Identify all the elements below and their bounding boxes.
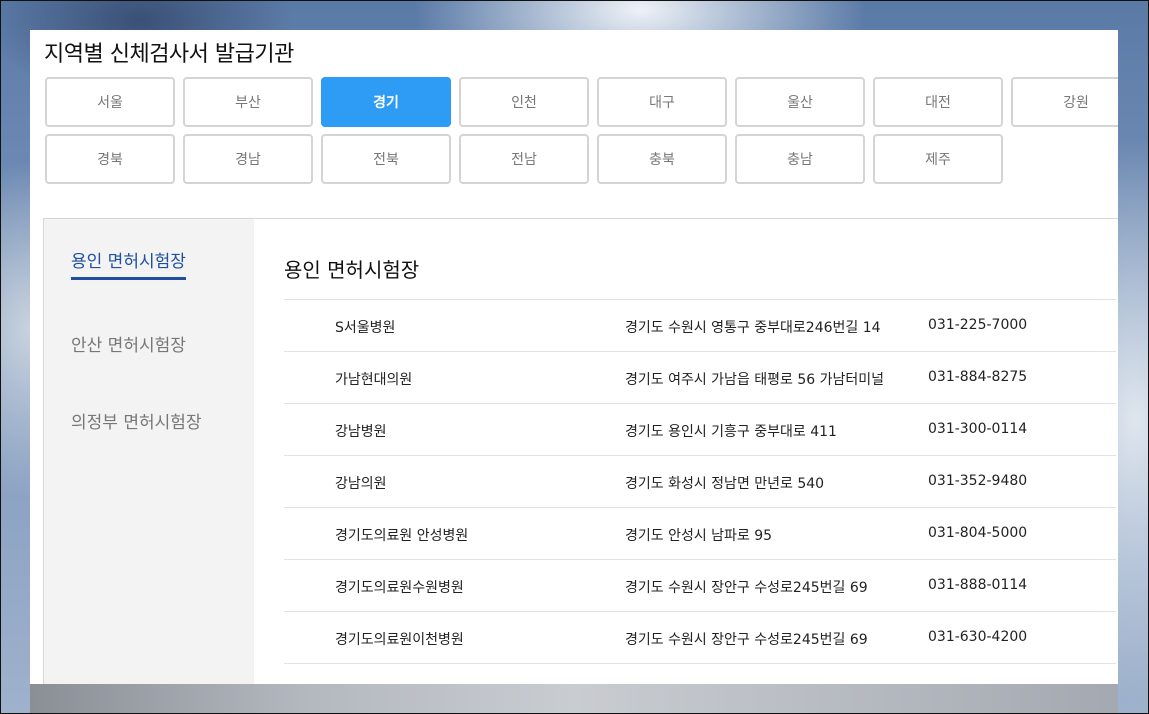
test-center-sidebar: 용인 면허시험장 안산 면허시험장 의정부 면허시험장: [44, 219, 254, 684]
table-row: 강남병원 경기도 용인시 기흥구 중부대로 411 031-300-0114: [284, 404, 1116, 456]
region-tab-daejeon[interactable]: 대전: [873, 77, 1003, 127]
hospital-address: 경기도 안성시 남파로 95: [625, 528, 773, 544]
hospital-name: 경기도의료원이천병원: [335, 632, 464, 648]
region-tab-gyeongnam[interactable]: 경남: [183, 134, 313, 184]
main-content: 용인 면허시험장 S서울병원 경기도 수원시 영통구 중부대로246번길 14 …: [255, 219, 1118, 684]
region-tab-gyeongbuk[interactable]: 경북: [45, 134, 175, 184]
hospital-phone: 031-225-7000: [928, 317, 1028, 333]
hospital-name: 경기도의료원 안성병원: [335, 528, 469, 544]
section-title: 용인 면허시험장: [284, 258, 420, 282]
hospital-phone: 031-888-0114: [928, 577, 1028, 593]
region-tab-ulsan[interactable]: 울산: [735, 77, 865, 127]
hospital-name: 가남현대의원: [335, 372, 413, 388]
hospital-phone: 031-630-4200: [928, 629, 1028, 645]
hospital-address: 경기도 수원시 장안구 수성로245번길 69: [625, 632, 868, 648]
table-row: 경기도의료원 안성병원 경기도 안성시 남파로 95 031-804-5000: [284, 508, 1116, 560]
table-row: 경기도의료원수원병원 경기도 수원시 장안구 수성로245번길 69 031-8…: [284, 560, 1116, 612]
page-title: 지역별 신체검사서 발급기관: [44, 42, 294, 67]
hospital-name: S서울병원: [335, 320, 396, 336]
hospital-address: 경기도 용인시 기흥구 중부대로 411: [625, 424, 837, 440]
region-tab-gangwon[interactable]: 강원: [1011, 77, 1118, 127]
region-tab-daegu[interactable]: 대구: [597, 77, 727, 127]
hospital-phone: 031-804-5000: [928, 525, 1028, 541]
hospital-address: 경기도 수원시 영통구 중부대로246번길 14: [625, 320, 881, 336]
region-tab-chungbuk[interactable]: 충북: [597, 134, 727, 184]
region-tab-incheon[interactable]: 인천: [459, 77, 589, 127]
background-strip: [30, 684, 1118, 714]
content-box: 용인 면허시험장 안산 면허시험장 의정부 면허시험장 용인 면허시험장 S서울…: [43, 218, 1118, 684]
region-tab-jeju[interactable]: 제주: [873, 134, 1003, 184]
region-tab-seoul[interactable]: 서울: [45, 77, 175, 127]
hospital-address: 경기도 화성시 정남면 만년로 540: [625, 476, 825, 492]
hospital-name: 강남병원: [335, 424, 387, 440]
region-tab-busan[interactable]: 부산: [183, 77, 313, 127]
hospital-phone: 031-352-9480: [928, 473, 1028, 489]
region-tab-gyeonggi[interactable]: 경기: [321, 77, 451, 127]
sidebar-item-uijeongbu[interactable]: 의정부 면허시험장: [71, 408, 202, 433]
hospital-phone: 031-884-8275: [928, 369, 1028, 385]
table-row: S서울병원 경기도 수원시 영통구 중부대로246번길 14 031-225-7…: [284, 300, 1116, 352]
region-tab-jeonbuk[interactable]: 전북: [321, 134, 451, 184]
issuing-agencies-panel: 지역별 신체검사서 발급기관 서울 부산 경기 인천 대구 울산 대전 강원 경…: [30, 30, 1118, 684]
region-tab-jeonnam[interactable]: 전남: [459, 134, 589, 184]
hospital-name: 강남의원: [335, 476, 387, 492]
sidebar-item-yongin[interactable]: 용인 면허시험장: [71, 247, 186, 280]
table-row: 가남현대의원 경기도 여주시 가남읍 태평로 56 가남터미널 031-884-…: [284, 352, 1116, 404]
hospital-table: S서울병원 경기도 수원시 영통구 중부대로246번길 14 031-225-7…: [284, 299, 1116, 664]
hospital-address: 경기도 수원시 장안구 수성로245번길 69: [625, 580, 868, 596]
region-tab-chungnam[interactable]: 충남: [735, 134, 865, 184]
hospital-name: 경기도의료원수원병원: [335, 580, 464, 596]
table-row: 경기도의료원이천병원 경기도 수원시 장안구 수성로245번길 69 031-6…: [284, 612, 1116, 664]
hospital-phone: 031-300-0114: [928, 421, 1028, 437]
table-row: 강남의원 경기도 화성시 정남면 만년로 540 031-352-9480: [284, 456, 1116, 508]
sidebar-item-ansan[interactable]: 안산 면허시험장: [71, 331, 186, 356]
hospital-address: 경기도 여주시 가남읍 태평로 56 가남터미널: [625, 372, 885, 388]
